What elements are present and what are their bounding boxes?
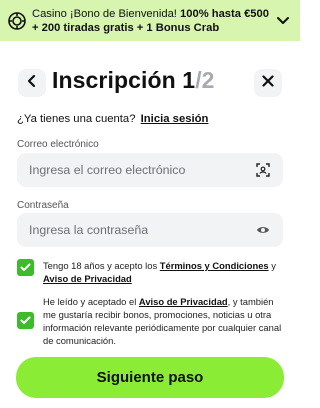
email-placeholder: Ingresa el correo electrónico — [29, 163, 186, 177]
password-label: Contraseña — [17, 200, 69, 211]
chevron-left-icon — [27, 74, 37, 93]
login-prompt-text: ¿Ya tienes una cuenta? — [17, 113, 136, 125]
password-placeholder: Ingresa la contraseña — [29, 223, 149, 237]
check-icon — [20, 312, 31, 330]
consent-marketing-row: He leído y aceptado el Aviso de Privacid… — [17, 295, 283, 347]
promo-banner-plain: Casino ¡Bono de Bienvenida! — [32, 7, 181, 20]
password-field[interactable]: Ingresa la contraseña — [17, 213, 283, 247]
consent-age-checkbox[interactable] — [17, 259, 34, 276]
email-field[interactable]: Ingresa el correo electrónico — [17, 153, 283, 187]
close-button[interactable] — [254, 69, 282, 97]
consent-marketing-checkbox[interactable] — [17, 312, 34, 329]
scan-icon[interactable] — [255, 162, 271, 178]
promo-banner-text: Casino ¡Bono de Bienvenida! 100% hasta €… — [32, 7, 274, 35]
email-label: Correo electrónico — [17, 139, 99, 150]
eye-icon[interactable] — [255, 222, 271, 238]
consent-marketing-prefix: He leído y aceptado el — [43, 296, 139, 307]
consent-age-row: Tengo 18 años y acepto los Términos y Co… — [17, 259, 283, 285]
consent-age-prefix: Tengo 18 años y acepto los — [43, 260, 160, 271]
privacy-link-2[interactable]: Aviso de Privacidad — [139, 296, 228, 307]
next-step-button[interactable]: Siguiente paso — [16, 357, 284, 398]
consent-age-text: Tengo 18 años y acepto los Términos y Co… — [43, 259, 283, 285]
check-icon — [20, 259, 31, 277]
chevron-down-icon[interactable] — [274, 12, 292, 30]
page-title: Inscripción 1/2 — [52, 67, 215, 94]
chip-icon — [8, 11, 26, 30]
consent-marketing-text: He leído y aceptado el Aviso de Privacid… — [43, 295, 283, 347]
page-title-main: Inscripción 1 — [52, 67, 196, 93]
promo-banner[interactable]: Casino ¡Bono de Bienvenida! 100% hasta €… — [0, 0, 300, 41]
signup-header: Inscripción 1/2 — [16, 64, 284, 100]
close-icon — [262, 74, 274, 92]
back-button[interactable] — [18, 69, 46, 97]
step-total: /2 — [195, 67, 215, 93]
terms-link[interactable]: Términos y Condiciones — [160, 260, 269, 271]
login-link[interactable]: Inicia sesión — [141, 113, 209, 125]
privacy-link-1[interactable]: Aviso de Privacidad — [43, 273, 132, 284]
login-prompt: ¿Ya tienes una cuenta? Inicia sesión — [17, 113, 208, 125]
consent-age-mid: y — [268, 260, 276, 271]
